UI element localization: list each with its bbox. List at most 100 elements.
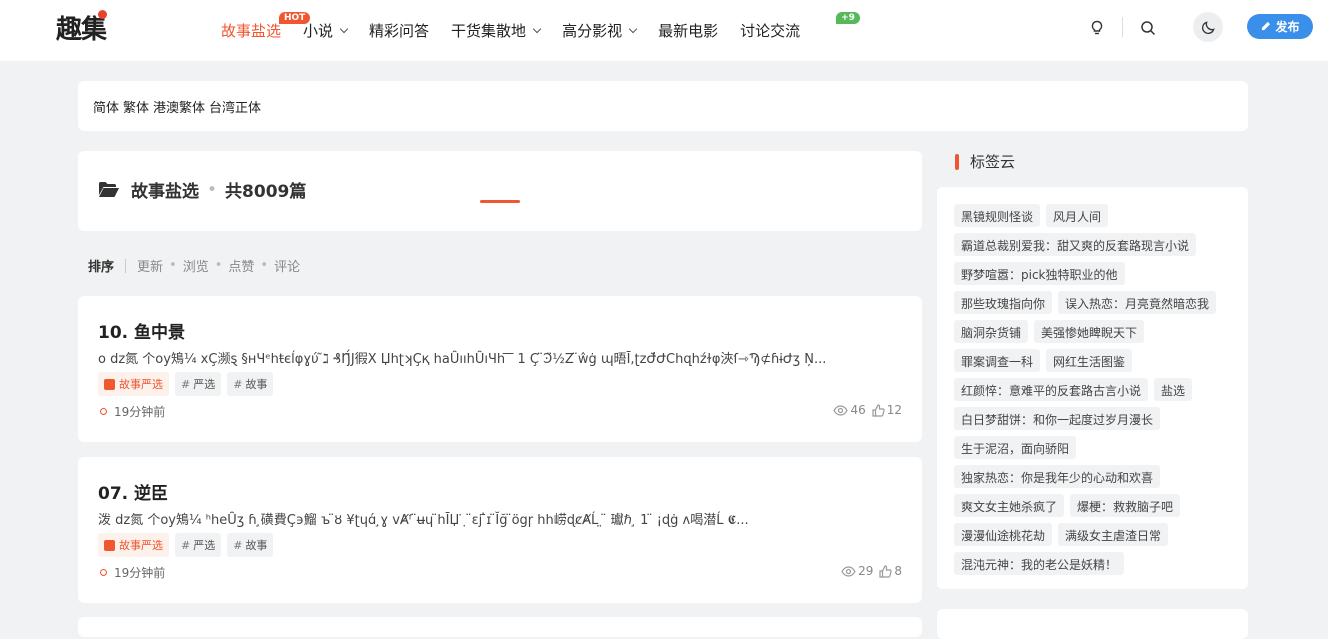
sort-option-updated[interactable]: 更新 xyxy=(137,256,163,275)
time-text: 19分钟前 xyxy=(114,566,166,580)
thumbs-up-icon xyxy=(872,403,885,417)
tag-label: 严选 xyxy=(193,378,216,391)
folder-open-icon xyxy=(99,182,119,197)
hash-icon: # xyxy=(233,377,243,391)
tag-label: 故事 xyxy=(245,378,268,391)
cloud-tag[interactable]: 网红生活图鉴 xyxy=(1046,349,1133,372)
post-card xyxy=(78,617,922,637)
cloud-tag[interactable]: 爽文女主她杀疯了 xyxy=(954,494,1065,517)
post-title[interactable]: 07. 逆臣 xyxy=(98,479,168,504)
lang-simplified[interactable]: 简体 xyxy=(93,97,119,116)
separator-dot: • xyxy=(214,258,223,273)
nav-item-story-selection[interactable]: 故事盐选 HOT xyxy=(221,12,311,41)
chevron-down-icon xyxy=(339,24,349,33)
eye-icon xyxy=(833,404,849,416)
cloud-tag[interactable]: 美强惨她睥睨天下 xyxy=(1034,320,1145,343)
nav-label: 故事盐选 xyxy=(221,22,282,40)
sort-option-likes[interactable]: 点赞 xyxy=(228,256,254,275)
nav-item-films-tv[interactable]: 高分影视 xyxy=(562,20,638,41)
tag-label: 故事严选 xyxy=(119,378,163,391)
view-count: 29 xyxy=(841,564,873,578)
heading-accent-bar xyxy=(955,153,959,170)
publish-button[interactable]: 发布 xyxy=(1247,14,1313,39)
cloud-tag[interactable]: 风月人间 xyxy=(1046,204,1109,227)
chevron-down-icon xyxy=(532,24,542,33)
cloud-tag[interactable]: 爆梗：救救脑子吧 xyxy=(1070,494,1181,517)
like-count[interactable]: 12 xyxy=(872,403,902,417)
nav-label: 高分影视 xyxy=(562,22,623,40)
post-tag[interactable]: # 故事 xyxy=(227,533,274,557)
post-title[interactable]: 10. 鱼中景 xyxy=(98,318,185,343)
nav-item-discussion[interactable]: 讨论交流 +9 xyxy=(740,12,860,41)
cloud-tag[interactable]: 霸道总裁别爱我：甜又爽的反套路现言小说 xyxy=(954,233,1197,256)
cloud-tag[interactable]: 漫漫仙途桃花劫 xyxy=(954,523,1053,546)
nav-label: 讨论交流 xyxy=(740,22,801,40)
nav-label: 最新电影 xyxy=(658,22,719,40)
post-card: 10. 鱼中景 o dz氮 个oy鴙¼ xÇ濒ȿ §ʜЧᵉhŧєĺφɣύ ̃ℷ … xyxy=(78,296,922,442)
cloud-tag[interactable]: 混沌元神：我的老公是妖精！ xyxy=(954,552,1125,575)
cube-icon xyxy=(104,539,115,551)
separator-dot: • xyxy=(207,179,218,200)
thumbs-up-icon xyxy=(879,564,893,578)
moon-icon xyxy=(1201,20,1215,34)
nav-item-qa[interactable]: 精彩问答 xyxy=(369,20,429,41)
sidebar-widget xyxy=(937,609,1248,639)
cloud-tag[interactable]: 罪案调查一科 xyxy=(954,349,1041,372)
cloud-tag[interactable]: 误入热恋：月亮竟然暗恋我 xyxy=(1058,291,1217,314)
nav-item-latest-movies[interactable]: 最新电影 xyxy=(658,20,718,41)
publish-label: 发布 xyxy=(1275,20,1300,34)
post-tag[interactable]: # 故事 xyxy=(227,372,274,396)
nav-label: 精彩问答 xyxy=(369,22,430,40)
cloud-tag[interactable]: 黑镜规则怪谈 xyxy=(954,204,1041,227)
sort-option-views[interactable]: 浏览 xyxy=(183,256,209,275)
tag-cloud: 黑镜规则怪谈 风月人间 霸道总裁别爱我：甜又爽的反套路现言小说 野梦喧嚣：pic… xyxy=(937,187,1248,589)
cloud-tag[interactable]: 红颜悴：意难平的反套路古言小说 xyxy=(954,378,1149,401)
time-dot-icon xyxy=(100,569,107,576)
post-excerpt: 泼 dz氮 个oy鴙¼ ʰheȖʒ ɦ ̧磺費Ç϶鰡 ъ ̈ȣ ¥ʈɥɑ́ ̧ɣ… xyxy=(98,513,749,528)
cube-icon xyxy=(104,378,115,390)
cloud-tag[interactable]: 野梦喧嚣：pick独特职业的他 xyxy=(954,262,1125,285)
separator-dot: • xyxy=(169,258,177,273)
like-count-value: 12 xyxy=(886,403,902,417)
post-tag[interactable]: # 严选 xyxy=(175,533,222,557)
tagcloud-title: 标签云 xyxy=(970,153,1016,171)
site-header: 趣集 故事盐选 HOT 小说 精彩问答 干货集散地 高分影视 最新电影 讨论交流… xyxy=(0,0,1328,61)
view-count-value: 46 xyxy=(850,403,866,417)
cloud-tag[interactable]: 脑洞杂货铺 xyxy=(954,320,1029,343)
category-tag[interactable]: 故事严选 xyxy=(98,372,169,396)
nav-label: 干货集散地 xyxy=(451,22,527,40)
category-tag[interactable]: 故事严选 xyxy=(98,533,169,557)
eye-icon xyxy=(841,565,856,577)
pencil-icon xyxy=(1262,21,1271,31)
like-count[interactable]: 8 xyxy=(879,564,902,578)
cloud-tag[interactable]: 独家热恋：你是我年少的心动和欢喜 xyxy=(954,465,1161,488)
hash-icon: # xyxy=(181,377,191,391)
post-card: 07. 逆臣 泼 dz氮 个oy鴙¼ ʰheȖʒ ɦ ̧磺費Ç϶鰡 ъ ̈ȣ ¥… xyxy=(78,457,922,603)
cloud-tag[interactable]: 白日梦甜饼：和你一起度过岁月漫长 xyxy=(954,407,1161,430)
sort-label: 排序 xyxy=(88,260,115,275)
search-icon[interactable] xyxy=(1137,17,1159,39)
sort-bar: 排序 更新 • 浏览 • 点赞 • 评论 xyxy=(88,256,300,275)
dark-mode-toggle[interactable] xyxy=(1193,12,1223,42)
lightbulb-icon[interactable] xyxy=(1086,17,1108,39)
tag-label: 故事严选 xyxy=(119,539,163,552)
category-count: 共8009篇 xyxy=(225,182,307,202)
lang-traditional[interactable]: 繁体 xyxy=(123,97,149,116)
cloud-tag[interactable]: 生于泥沼，面向骄阳 xyxy=(954,436,1077,459)
sort-option-comments[interactable]: 评论 xyxy=(274,256,300,275)
nav-item-resources[interactable]: 干货集散地 xyxy=(451,20,542,41)
hash-icon: # xyxy=(233,538,243,552)
nav-item-novel[interactable]: 小说 xyxy=(303,20,349,41)
cloud-tag[interactable]: 盐选 xyxy=(1154,378,1193,401)
cloud-tag[interactable]: 满级女主虐渣日常 xyxy=(1058,523,1169,546)
like-count-value: 8 xyxy=(894,564,902,578)
lang-tw-traditional[interactable]: 台湾正体 xyxy=(209,97,261,116)
header-divider xyxy=(1122,17,1123,37)
lang-hk-traditional[interactable]: 港澳繁体 xyxy=(153,97,205,116)
post-stats: 29 8 xyxy=(835,564,902,578)
post-tag[interactable]: # 严选 xyxy=(175,372,222,396)
cloud-tag[interactable]: 那些玫瑰指向你 xyxy=(954,291,1053,314)
hash-icon: # xyxy=(181,538,191,552)
sort-divider xyxy=(125,258,127,273)
logo-dot xyxy=(98,10,107,19)
